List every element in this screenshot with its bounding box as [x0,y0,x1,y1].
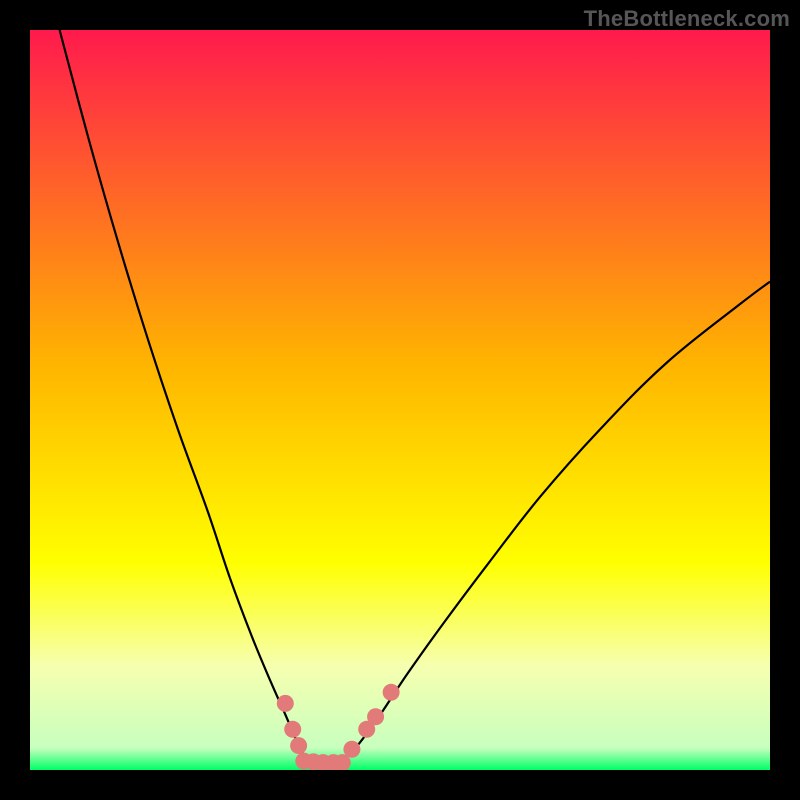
data-marker [367,708,384,725]
data-marker [343,741,360,758]
gradient-background [30,30,770,770]
image-frame: TheBottleneck.com [0,0,800,800]
attribution-text: TheBottleneck.com [584,6,790,32]
data-marker [277,695,294,712]
data-marker [284,721,301,738]
plot-area [30,30,770,770]
chart-svg [30,30,770,770]
data-marker [290,737,307,754]
data-marker [383,684,400,701]
